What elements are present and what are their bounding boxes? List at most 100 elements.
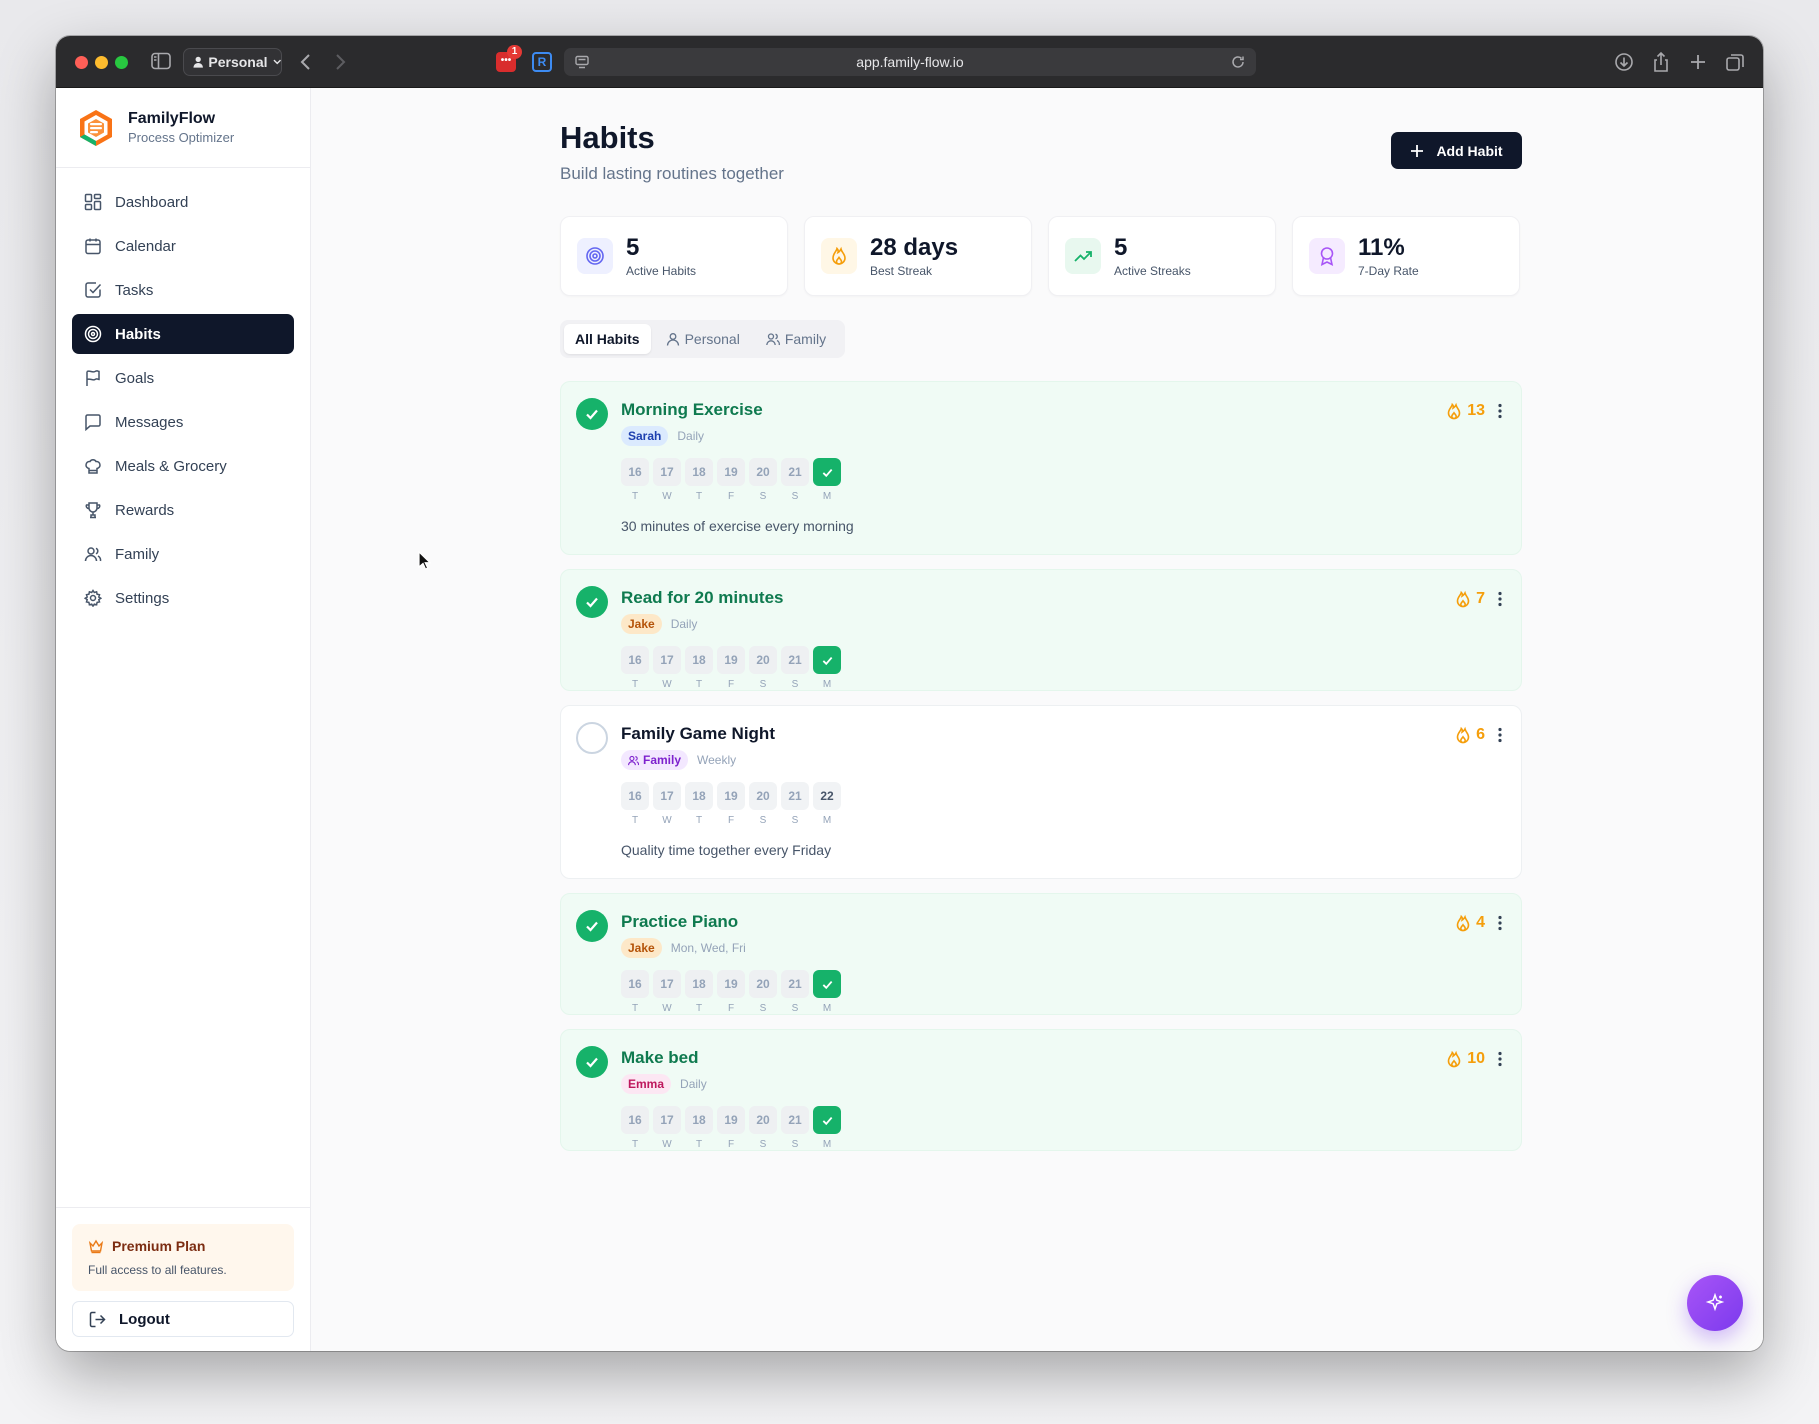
sidebar-toggle-icon[interactable] bbox=[151, 52, 171, 70]
habit-complete-toggle[interactable] bbox=[576, 586, 608, 618]
sparkle-icon bbox=[1705, 1293, 1725, 1312]
stat-icon-wrap bbox=[577, 238, 613, 274]
day-button[interactable]: 19 bbox=[717, 646, 745, 674]
more-options-icon[interactable] bbox=[1491, 914, 1509, 932]
more-options-icon[interactable] bbox=[1491, 1050, 1509, 1068]
sidebar-item-dashboard[interactable]: Dashboard bbox=[72, 182, 294, 222]
day-button[interactable]: 18 bbox=[685, 646, 713, 674]
reload-icon[interactable] bbox=[1230, 54, 1246, 70]
habit-complete-toggle[interactable] bbox=[576, 722, 608, 754]
day-letter: T bbox=[695, 1139, 703, 1150]
sidebar-item-goals[interactable]: Goals bbox=[72, 358, 294, 398]
day-button[interactable]: 16 bbox=[621, 458, 649, 486]
sidebar-item-tasks[interactable]: Tasks bbox=[72, 270, 294, 310]
brand-header[interactable]: FamilyFlow Process Optimizer bbox=[56, 88, 310, 168]
day-button[interactable]: 21 bbox=[781, 1106, 809, 1134]
day-number: 18 bbox=[692, 653, 706, 667]
day-button[interactable]: 21 bbox=[781, 646, 809, 674]
day-button[interactable]: 20 bbox=[749, 1106, 777, 1134]
day-letter: S bbox=[791, 1139, 799, 1150]
stat-value: 5 bbox=[626, 233, 640, 261]
day-button[interactable]: 18 bbox=[685, 970, 713, 998]
day-cell: 16 T bbox=[621, 1106, 649, 1150]
zoom-window-button[interactable] bbox=[115, 56, 128, 69]
sidebar-item-family[interactable]: Family bbox=[72, 534, 294, 574]
forward-icon[interactable] bbox=[333, 52, 347, 72]
sidebar-item-meals-grocery[interactable]: Meals & Grocery bbox=[72, 446, 294, 486]
day-button[interactable] bbox=[813, 646, 841, 674]
day-button[interactable]: 17 bbox=[653, 1106, 681, 1134]
habit-complete-toggle[interactable] bbox=[576, 910, 608, 942]
sidebar-item-settings[interactable]: Settings bbox=[72, 578, 294, 618]
share-icon[interactable] bbox=[1650, 51, 1672, 73]
day-button[interactable] bbox=[813, 458, 841, 486]
day-button[interactable]: 17 bbox=[653, 458, 681, 486]
day-button[interactable]: 16 bbox=[621, 970, 649, 998]
page-settings-icon[interactable] bbox=[574, 54, 590, 70]
day-cell: 18 T bbox=[685, 1106, 713, 1150]
more-options-icon[interactable] bbox=[1491, 590, 1509, 608]
address-bar[interactable]: app.family-flow.io bbox=[564, 48, 1256, 76]
day-button[interactable]: 17 bbox=[653, 970, 681, 998]
day-button[interactable]: 16 bbox=[621, 782, 649, 810]
day-button[interactable]: 20 bbox=[749, 458, 777, 486]
tab-all-habits[interactable]: All Habits bbox=[564, 324, 651, 354]
tab-family[interactable]: Family bbox=[755, 324, 837, 354]
day-button[interactable]: 17 bbox=[653, 782, 681, 810]
sidebar-item-messages[interactable]: Messages bbox=[72, 402, 294, 442]
day-button[interactable]: 18 bbox=[685, 782, 713, 810]
more-options-icon[interactable] bbox=[1491, 402, 1509, 420]
reader-extension-icon[interactable]: R bbox=[532, 52, 552, 72]
minimize-window-button[interactable] bbox=[95, 56, 108, 69]
day-button[interactable]: 21 bbox=[781, 970, 809, 998]
sidebar-item-rewards[interactable]: Rewards bbox=[72, 490, 294, 530]
tab-personal[interactable]: Personal bbox=[655, 324, 751, 354]
users-icon bbox=[628, 755, 639, 765]
streak-count: 13 bbox=[1467, 402, 1485, 419]
sidebar-item-habits[interactable]: Habits bbox=[72, 314, 294, 354]
day-cell: 16 T bbox=[621, 646, 649, 690]
day-cell: M bbox=[813, 458, 841, 502]
add-habit-button[interactable]: Add Habit bbox=[1391, 132, 1522, 169]
day-cell: 16 T bbox=[621, 782, 649, 826]
close-window-button[interactable] bbox=[75, 56, 88, 69]
day-button[interactable]: 20 bbox=[749, 782, 777, 810]
crown-icon bbox=[88, 1239, 104, 1254]
habit-complete-toggle[interactable] bbox=[576, 398, 608, 430]
day-button[interactable]: 20 bbox=[749, 646, 777, 674]
day-cell: 18 T bbox=[685, 646, 713, 690]
back-icon[interactable] bbox=[299, 52, 313, 72]
day-button[interactable]: 17 bbox=[653, 646, 681, 674]
day-button[interactable] bbox=[813, 1106, 841, 1134]
more-options-icon[interactable] bbox=[1491, 726, 1509, 744]
habit-complete-toggle[interactable] bbox=[576, 1046, 608, 1078]
new-tab-icon[interactable] bbox=[1687, 51, 1709, 73]
day-button[interactable]: 18 bbox=[685, 1106, 713, 1134]
day-button[interactable]: 19 bbox=[717, 458, 745, 486]
day-button[interactable]: 22 bbox=[813, 782, 841, 810]
day-button[interactable]: 19 bbox=[717, 782, 745, 810]
day-letter: W bbox=[662, 1139, 672, 1150]
day-button[interactable]: 21 bbox=[781, 458, 809, 486]
day-cell: 21 S bbox=[781, 782, 809, 826]
day-button[interactable]: 19 bbox=[717, 970, 745, 998]
download-icon[interactable] bbox=[1613, 51, 1635, 73]
day-button[interactable]: 20 bbox=[749, 970, 777, 998]
habit-card: Make bed Emma Daily 16 T 17 W 18 T 19 F 20 S 21 S M 10 bbox=[560, 1029, 1522, 1151]
day-button[interactable]: 18 bbox=[685, 458, 713, 486]
sidebar-item-calendar[interactable]: Calendar bbox=[72, 226, 294, 266]
day-letter: S bbox=[791, 679, 799, 690]
day-cell: 17 W bbox=[653, 782, 681, 826]
day-button[interactable]: 21 bbox=[781, 782, 809, 810]
day-button[interactable]: 19 bbox=[717, 1106, 745, 1134]
url-text: app.family-flow.io bbox=[856, 54, 964, 70]
day-button[interactable]: 16 bbox=[621, 646, 649, 674]
tab-overview-icon[interactable] bbox=[1724, 51, 1746, 73]
logout-button[interactable]: Logout bbox=[72, 1301, 294, 1337]
ai-assistant-button[interactable] bbox=[1687, 1275, 1743, 1331]
day-number: 18 bbox=[692, 977, 706, 991]
habit-frequency: Weekly bbox=[697, 753, 737, 767]
day-button[interactable]: 16 bbox=[621, 1106, 649, 1134]
profile-switcher[interactable]: Personal bbox=[183, 48, 282, 76]
day-button[interactable] bbox=[813, 970, 841, 998]
